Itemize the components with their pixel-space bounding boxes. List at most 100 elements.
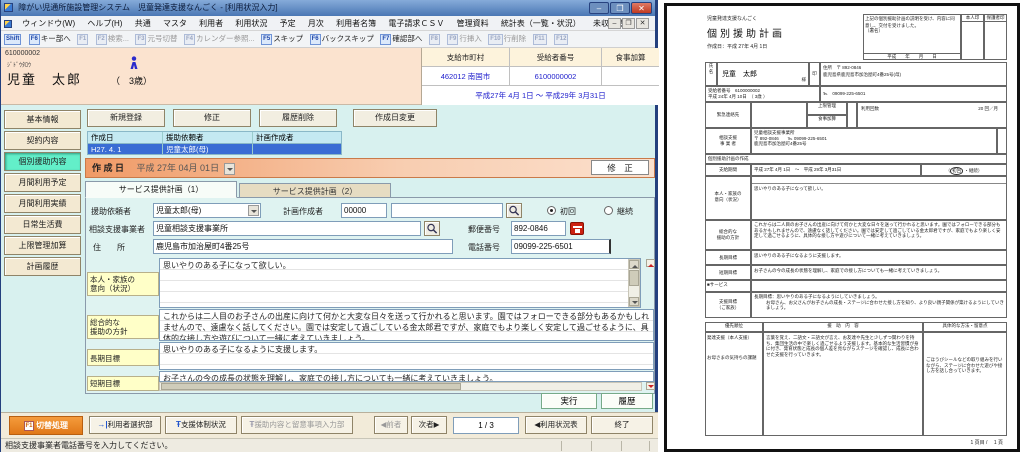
close-button[interactable]: ✕ (631, 2, 652, 14)
toolbar-search-button[interactable]: F2検索... (96, 33, 129, 45)
menu-item-schedule[interactable]: 予定 (275, 16, 301, 31)
tab-service-plan-1[interactable]: サービス提供計画（1） (85, 181, 237, 198)
doc-seal-cell: 印 (809, 62, 820, 86)
support-status-button[interactable]: Ŧ支援体制状況 (165, 416, 237, 434)
creator-name-input[interactable] (391, 203, 503, 218)
tab-service-plan-2[interactable]: サービス提供計画（2） (239, 183, 391, 198)
mdi-restore-button[interactable]: ❐ (622, 18, 635, 29)
menu-item-documents[interactable]: 管理資料 (452, 16, 494, 31)
toolbar-confirm-button[interactable]: F7確認部へ (380, 33, 422, 45)
group-scroll-up-icon[interactable] (646, 259, 655, 267)
agency-label: 相談支援事業者 (89, 224, 145, 235)
creator-search-button[interactable] (506, 203, 522, 218)
postal-mark-icon[interactable] (570, 222, 584, 235)
menu-item-window[interactable]: ウィンドウ(W) (17, 16, 80, 31)
toolbar-calendar-button[interactable]: F4カレンダー参照... (184, 33, 255, 45)
toolbar-keypart-button[interactable]: F6キー部へ (29, 33, 71, 45)
scroll-down-icon[interactable] (629, 297, 639, 306)
combo-arrow-icon[interactable] (248, 205, 259, 216)
toolbar-era-button[interactable]: F3元号切替 (135, 33, 177, 45)
toolbar-rowdelete-button[interactable]: F10行削除 (488, 33, 526, 45)
register-button[interactable]: 新規登録 (87, 109, 165, 127)
sidebar-item-monthly-actual[interactable]: 月間利用実績 (4, 194, 81, 213)
toolbar-backskip-button[interactable]: F6バックスキップ (310, 33, 374, 45)
doc-policy-label: 総合的な 援助の方針 (705, 220, 751, 250)
maximize-button[interactable]: ❐ (610, 2, 630, 14)
menu-item-csv[interactable]: 電子請求ＣＳＶ (383, 16, 449, 31)
history-header-creator: 計画作成者 (253, 132, 338, 143)
app-window: 障がい児通所施設管理システム 児童発達支援なんごく - [利用状況入力] – ❐… (0, 0, 658, 452)
page-indicator[interactable]: 1 / 3 (453, 417, 519, 434)
history-button[interactable]: 履歴 (601, 393, 653, 409)
scroll-up-icon[interactable] (629, 260, 639, 269)
menu-item-common[interactable]: 共通 (130, 16, 156, 31)
address-input[interactable]: 鹿児島市加治屋町4番25号 (153, 239, 453, 254)
menu-item-roster[interactable]: 利用者名簿 (331, 16, 381, 31)
menu-item-monthly[interactable]: 月次 (303, 16, 329, 31)
phone-input[interactable]: 09099-225-6501 (511, 239, 611, 254)
intent-vscrollbar[interactable] (628, 259, 640, 307)
sidebar-item-plan-history[interactable]: 計画履歴 (4, 257, 81, 276)
screen: 障がい児通所施設管理システム 児童発達支援なんごく - [利用状況入力] – ❐… (0, 0, 1024, 455)
doc-narrow-cell-2 (997, 128, 1007, 154)
toolbar-f11-button[interactable]: F11 (533, 33, 548, 45)
creator-code-input[interactable]: 00000 (341, 203, 387, 218)
doc-th-method: 具体的な方法・留意点 (923, 322, 1007, 332)
change-date-button[interactable]: 作成日変更 (353, 109, 437, 127)
execute-button[interactable]: 実行 (541, 393, 597, 409)
toolbar-f8-button[interactable]: F8 (429, 33, 441, 45)
policy-textarea[interactable]: これからは二人目のお子さんの出産に向けて何かと大変な日々を送って行かれると思いま… (159, 309, 654, 341)
continue-radio[interactable] (604, 206, 613, 215)
postal-input[interactable]: 892-0846 (511, 221, 566, 236)
toolbar-skip-button[interactable]: F5スキップ (261, 33, 303, 45)
toolbar-shift-button[interactable]: Shift (4, 33, 22, 45)
date-modify-button[interactable]: 修 正 (591, 160, 649, 175)
toolbar-rowinsert-button[interactable]: F9行挿入 (447, 33, 482, 45)
usage-table-button[interactable]: ◀利用状況表 (525, 416, 587, 434)
sidebar-item-individual-support[interactable]: 個別援助内容 (4, 152, 81, 171)
user-select-button[interactable]: →|利用者選択部 (89, 416, 161, 434)
date-dropdown-icon[interactable] (224, 163, 235, 175)
agency-input[interactable]: 児童相談支援事業所 (153, 221, 421, 236)
minimize-button[interactable]: – (589, 2, 609, 14)
toolbar-f1-button[interactable]: F1 (77, 33, 89, 45)
toolbar-f12-button[interactable]: F12 (554, 33, 569, 45)
policy-label: 総合的な 援助の方針 (87, 315, 159, 339)
first-time-radio[interactable] (547, 206, 556, 215)
menu-item-user[interactable]: 利用者 (194, 16, 228, 31)
sidebar-item-basic-info[interactable]: 基本情報 (4, 110, 81, 129)
exit-button[interactable]: 終了 (591, 416, 653, 434)
creation-date-label: 作 成 日 (92, 163, 124, 173)
intent-textarea[interactable]: 思いやりのある子になって欲しい。 (159, 258, 641, 308)
group-scroll-down-icon[interactable] (646, 382, 655, 390)
title-bar[interactable]: 障がい児通所施設管理システム 児童発達支援なんごく - [利用状況入力] – ❐… (1, 0, 655, 16)
prev-person-button[interactable]: ◀前者 (374, 416, 408, 434)
long-goal-textarea[interactable]: 思いやりのある子になるように支援します。 (159, 342, 654, 370)
doc-policy-value: これからは二人目のお子さんの出産に向けて何かと大変な日々を送って行かれると思いま… (751, 220, 1007, 250)
sidebar-item-limit-management[interactable]: 上限管理加算 (4, 236, 81, 255)
mdi-close-button[interactable]: ✕ (636, 18, 649, 29)
sidebar-item-contract[interactable]: 契約内容 (4, 131, 81, 150)
scroll-thumb[interactable] (629, 270, 639, 286)
menu-item-master[interactable]: マスタ (158, 16, 192, 31)
sidebar-item-daily-expense[interactable]: 日常生活費 (4, 215, 81, 234)
hscroll-thumb[interactable] (161, 383, 461, 390)
modify-button[interactable]: 修正 (173, 109, 251, 127)
menu-item-usage[interactable]: 利用状況 (230, 16, 272, 31)
menu-item-help[interactable]: ヘルプ(H) (82, 16, 127, 31)
history-selected-row[interactable]: H27. 4. 1 児童太郎(母) (87, 143, 342, 155)
switch-process-button[interactable]: F1切替処理 (9, 416, 83, 435)
agency-search-button[interactable] (424, 221, 440, 236)
requester-combo[interactable]: 児童太郎(母) (153, 203, 261, 218)
mdi-minimize-button[interactable]: – (608, 18, 621, 29)
doc-stamp-cell-2: 保護者印 (984, 14, 1007, 60)
short-goal-hscrollbar[interactable] (159, 382, 642, 391)
short-goal-textarea[interactable]: お子さんの今の成長の状態を理解し、家庭での接し方についても一緒に考えていきましょ… (159, 371, 654, 382)
note-input-button[interactable]: Ŧ援助内容と留意事項入力部 (241, 416, 353, 434)
doc-contact-label: 緊急連絡先 (705, 102, 751, 128)
doc-family-label: 支援目標 （ご家族） (705, 292, 751, 318)
sidebar-item-monthly-plan[interactable]: 月間利用予定 (4, 173, 81, 192)
menu-item-statistics[interactable]: 統計表（一覧・状況） (496, 16, 586, 31)
delete-history-button[interactable]: 履歴削除 (259, 109, 337, 127)
next-person-button[interactable]: 次者▶ (411, 416, 447, 434)
